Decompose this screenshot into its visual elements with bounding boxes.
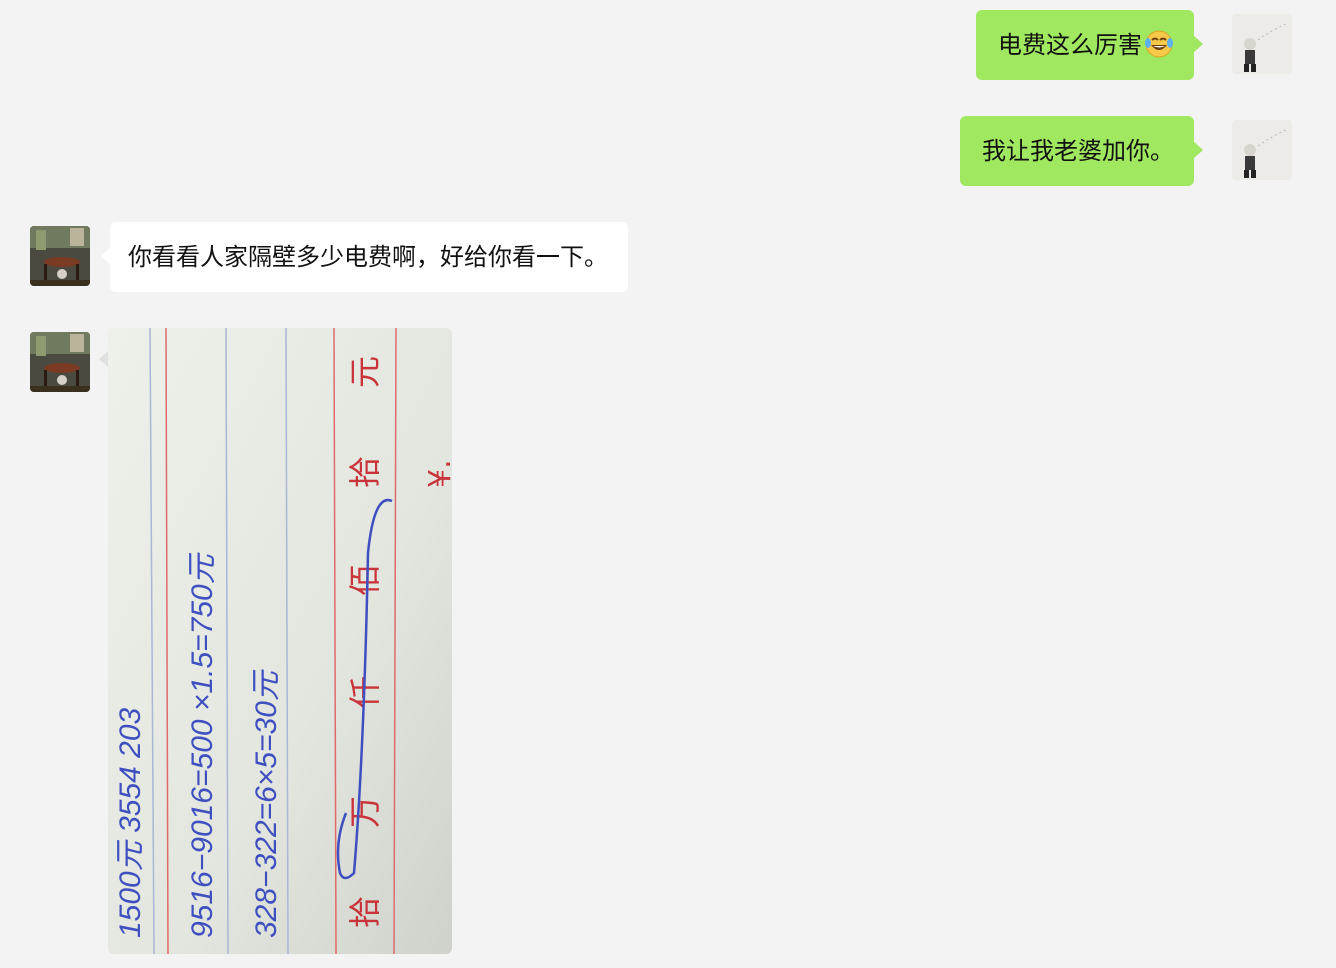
contact-avatar[interactable] bbox=[30, 226, 90, 286]
receipt-photo: 1500元 3554 203 9516−9016=500 ×1.5=750元 3… bbox=[108, 328, 452, 954]
receipt-line-2: 9516−9016=500 ×1.5=750元 bbox=[186, 552, 219, 938]
tears-of-joy-emoji-icon bbox=[1145, 30, 1173, 58]
amount-header-0: 拾 bbox=[346, 896, 384, 928]
message-bubble-outgoing[interactable]: 我让我老婆加你。 bbox=[960, 116, 1203, 186]
my-avatar[interactable] bbox=[1232, 14, 1292, 74]
amount-header-1: 万 bbox=[346, 796, 384, 828]
message-bubble-outgoing[interactable]: 电费这么厉害 bbox=[976, 10, 1203, 80]
amount-header-5: 元 bbox=[346, 356, 384, 388]
amount-header-4: 拾 bbox=[346, 456, 384, 488]
receipt-photo-message[interactable]: 1500元 3554 203 9516−9016=500 ×1.5=750元 3… bbox=[108, 328, 452, 954]
message-text: 我让我老婆加你。 bbox=[982, 137, 1174, 165]
message-text: 电费这么厉害 bbox=[998, 31, 1142, 59]
currency-mark: ¥. bbox=[423, 459, 452, 488]
message-bubble-incoming[interactable]: 你看看人家隔壁多少电费啊，好给你看一下。 bbox=[101, 222, 628, 292]
receipt-line-3: 328−322=6×5=30元 bbox=[250, 669, 283, 938]
receipt-line-1: 1500元 3554 203 bbox=[114, 707, 147, 938]
amount-header-3: 佰 bbox=[346, 564, 384, 596]
my-avatar[interactable] bbox=[1232, 120, 1292, 180]
message-text: 你看看人家隔壁多少电费啊，好给你看一下。 bbox=[128, 243, 608, 271]
contact-avatar[interactable] bbox=[30, 332, 90, 392]
